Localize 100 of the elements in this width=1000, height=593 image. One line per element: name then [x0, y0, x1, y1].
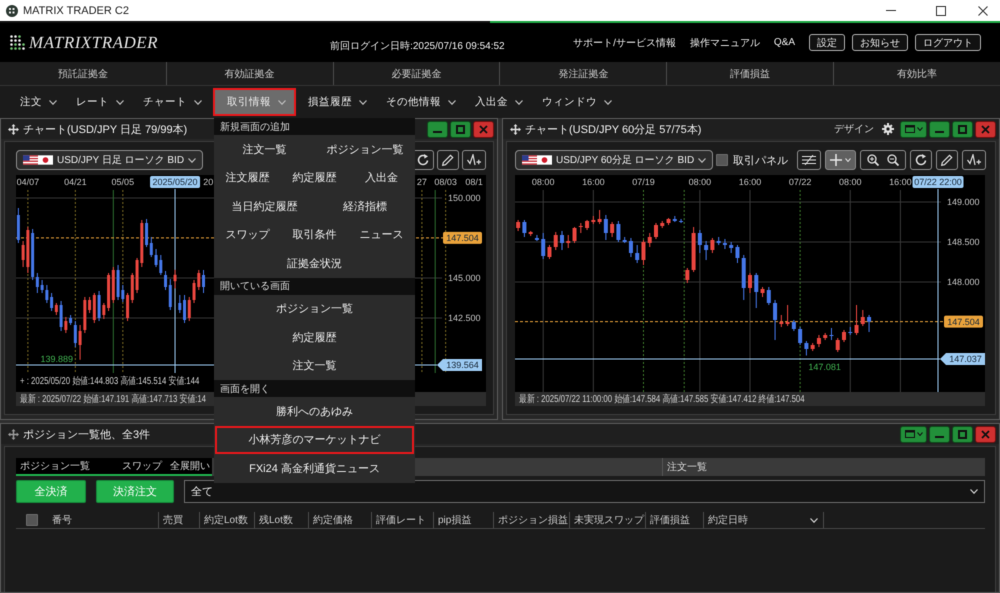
menu-item[interactable]: 注文一覧	[215, 135, 314, 164]
header-button[interactable]: ログアウト	[915, 34, 981, 51]
close-button[interactable]	[473, 120, 494, 138]
menu-item[interactable]: ウィンドウ	[534, 88, 619, 116]
menu-item[interactable]: ポジション一覧	[316, 135, 414, 164]
menu-item[interactable]: 経済指標	[316, 192, 414, 220]
caret-icon[interactable]	[810, 518, 818, 522]
low-price-label: 147.081	[808, 362, 841, 372]
close-button[interactable]	[975, 120, 996, 138]
caret-icon	[278, 100, 286, 104]
caret-icon	[970, 489, 978, 494]
header-button[interactable]: お知らせ	[852, 34, 908, 51]
candle	[685, 268, 690, 284]
menu-item[interactable]: 証拠金状況	[215, 249, 414, 278]
move-icon[interactable]	[8, 428, 19, 440]
column-header[interactable]: 評価損益	[650, 513, 690, 527]
menu-item[interactable]: 約定履歴	[282, 164, 347, 192]
menu-item[interactable]: レート	[68, 88, 131, 116]
menu-item[interactable]: 注文一覧	[215, 352, 414, 380]
move-icon[interactable]	[8, 124, 19, 134]
header-link[interactable]: Q&A	[774, 37, 795, 48]
column-header[interactable]: 約定日時	[708, 513, 748, 527]
menu-item[interactable]: 注文	[12, 88, 64, 116]
header-link[interactable]: スワップ	[122, 459, 162, 473]
pane-title[interactable]: ポジション一覧	[20, 459, 90, 473]
header-link[interactable]: 操作マニュアル	[690, 36, 760, 50]
menu-item[interactable]: ポジション一覧	[215, 294, 414, 323]
menu-item[interactable]: 注文履歴	[215, 164, 280, 192]
time-label: 07/22	[788, 177, 812, 188]
column-header[interactable]: 未実現スワップ	[574, 513, 644, 527]
checkbox[interactable]	[716, 154, 728, 166]
menu-item[interactable]: 入出金	[349, 164, 414, 192]
menu-item[interactable]: スワップ	[215, 220, 280, 249]
pencil-button[interactable]	[437, 150, 459, 170]
move-icon[interactable]	[510, 124, 521, 134]
pane-header[interactable]: ポジション一覧 スワップ 全展開い	[16, 458, 212, 476]
filter-select[interactable]: 全て	[184, 480, 985, 503]
candle	[842, 330, 846, 342]
design-link[interactable]: デザイン	[834, 122, 874, 136]
column-header[interactable]: 売買	[163, 513, 183, 527]
header-button[interactable]: 設定	[809, 34, 845, 51]
crosshair-button[interactable]	[825, 150, 856, 170]
column-header[interactable]: 評価レート	[376, 513, 426, 527]
column-header[interactable]: 約定Lot数	[204, 513, 248, 527]
price-label: 149.000	[947, 197, 980, 208]
pencil-icon	[442, 154, 454, 166]
minimize-button[interactable]	[929, 120, 950, 138]
menu-item[interactable]: 約定履歴	[215, 323, 414, 352]
menu-item[interactable]: 取引情報	[213, 88, 296, 116]
symbol-select[interactable]: USD/JPY 日足 ローソク BID	[16, 150, 204, 170]
column-header[interactable]: 番号	[52, 513, 72, 527]
menu-item[interactable]: 勝利へのあゆみ	[215, 397, 414, 426]
line-tool-button[interactable]	[962, 150, 986, 170]
menu-item[interactable]: 小林芳彦のマーケットナビ	[215, 426, 414, 454]
symbol-select[interactable]: USD/JPY 60分足 ローソク BID	[515, 150, 714, 170]
checkbox[interactable]	[26, 514, 38, 526]
candle	[810, 342, 815, 352]
minimize-button[interactable]	[929, 426, 950, 442]
time-tag: 2025/05/20	[150, 176, 200, 188]
pane-title[interactable]: 注文一覧	[667, 460, 707, 474]
line-tool-button[interactable]	[462, 150, 486, 170]
menu-item[interactable]: チャート	[135, 88, 209, 116]
minimize-button[interactable]	[427, 120, 448, 138]
candle	[823, 332, 828, 340]
menu-item[interactable]: 当日約定履歴	[215, 192, 314, 220]
menu-item[interactable]: FXi24 高金利通貨ニュース	[215, 454, 414, 482]
column-header[interactable]: ポジション損益	[498, 513, 568, 527]
candle	[598, 210, 602, 224]
summary-label: 有効比率	[897, 68, 938, 80]
column-header[interactable]: 残Lot数	[259, 513, 293, 527]
menu-item[interactable]: その他情報	[378, 88, 463, 116]
checkbox-label[interactable]: 取引パネル	[733, 152, 788, 168]
status-text: 最新 : 2025/07/22 始値:147.191 高値:147.713 安値:14	[20, 392, 206, 406]
layout-button[interactable]	[900, 426, 927, 442]
pencil-button[interactable]	[936, 150, 958, 170]
refresh-button[interactable]	[910, 150, 932, 170]
indicator-button[interactable]	[797, 150, 822, 170]
candle	[654, 222, 658, 240]
menu-item[interactable]: ニュース	[349, 220, 414, 249]
menu-item[interactable]: 取引条件	[282, 220, 347, 249]
price-label: 145.000	[448, 273, 481, 284]
pane-header[interactable]: 注文一覧	[662, 458, 985, 476]
menu-item[interactable]: 入出金	[467, 88, 530, 116]
layout-button[interactable]	[900, 120, 927, 138]
column-header[interactable]: pip損益	[438, 513, 472, 527]
candle	[748, 272, 752, 294]
logo-icon	[10, 35, 25, 50]
menu-item[interactable]: 損益履歴	[300, 88, 374, 116]
caret-icon	[916, 127, 922, 131]
close-icon	[978, 6, 988, 16]
header-link[interactable]: サポート/サービス情報	[573, 36, 676, 50]
header-link[interactable]: 全展開い	[170, 459, 210, 473]
column-header[interactable]: 約定価格	[313, 513, 353, 527]
candle	[722, 238, 727, 250]
close-button[interactable]	[975, 426, 996, 442]
candle	[792, 320, 796, 332]
settings-icon[interactable]	[882, 123, 894, 135]
summary-label: 発注証拠金	[558, 68, 608, 80]
zoom-button[interactable]	[860, 150, 906, 170]
candle	[541, 232, 546, 260]
